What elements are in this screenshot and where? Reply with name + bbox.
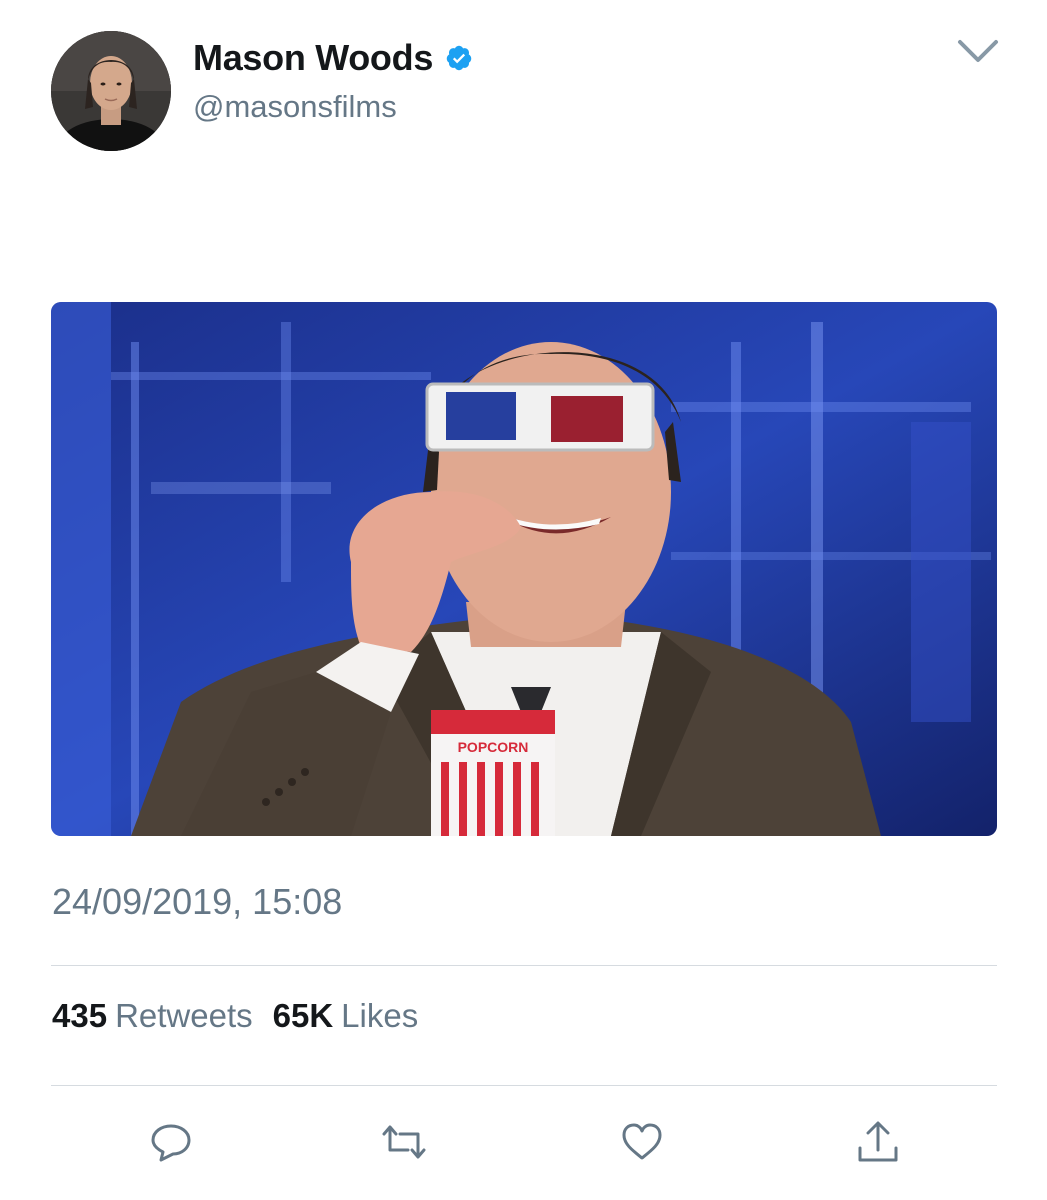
tweet-media-gif[interactable]: POPCORN [51, 302, 997, 836]
display-name-text: Mason Woods [193, 37, 434, 78]
chevron-down-icon[interactable] [955, 34, 1001, 68]
popcorn-box-text: POPCORN [458, 739, 529, 755]
heart-icon[interactable] [618, 1118, 666, 1166]
share-icon[interactable] [854, 1118, 902, 1166]
author-handle[interactable]: @masonsfilms [193, 89, 397, 125]
likes-count: 65K [272, 997, 334, 1034]
tweet-detail-view: Mason Woods @masonsfilms POPCORN 24/09/2… [0, 0, 1047, 1200]
tweet-stats: 435 Retweets 65K Likes [52, 997, 438, 1035]
reply-icon[interactable] [147, 1118, 195, 1166]
divider [51, 1085, 997, 1086]
author-display-name[interactable]: Mason Woods [193, 36, 473, 80]
retweets-count: 435 [52, 997, 108, 1034]
retweets-stat[interactable]: 435 Retweets [52, 997, 253, 1035]
verified-badge-icon [445, 44, 473, 72]
avatar-image [51, 31, 171, 151]
likes-stat[interactable]: 65K Likes [273, 997, 419, 1035]
gif-frame: POPCORN [51, 302, 997, 836]
retweet-icon[interactable] [380, 1118, 428, 1166]
author-avatar[interactable] [51, 31, 171, 151]
divider [51, 965, 997, 966]
likes-label: Likes [341, 997, 419, 1034]
tweet-timestamp[interactable]: 24/09/2019, 15:08 [52, 881, 342, 923]
retweets-label: Retweets [115, 997, 253, 1034]
popcorn-box: POPCORN [431, 710, 555, 836]
